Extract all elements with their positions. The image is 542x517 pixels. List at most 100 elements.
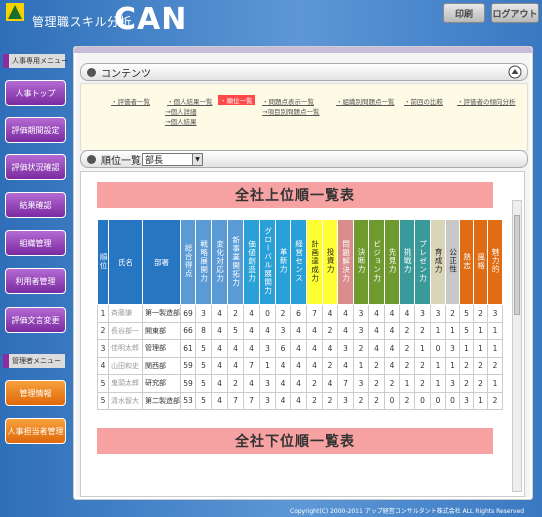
copyright-text: Copyright(C) 2000-2011 アップ経営コンサルタント株式会社 … [290, 508, 525, 515]
department-cell: 研究部 [142, 374, 181, 393]
link-evaluator-list[interactable]: ・評価者一覧 [111, 96, 150, 106]
table-cell: 4 [243, 304, 260, 323]
table-cell: 1 [473, 321, 488, 340]
table-cell: 3 [445, 339, 460, 358]
link-compare-previous[interactable]: ・前回の比較 [404, 96, 443, 106]
table-cell: 8 [195, 321, 212, 340]
table-cell: 2 [487, 356, 503, 375]
link-evaluator-tendency[interactable]: ・評価者の傾向分析 [457, 96, 516, 106]
table-cell: 5 [459, 321, 474, 340]
table-cell: 4 [243, 339, 260, 358]
col-header-skill: 戦略展開力 [195, 219, 212, 305]
table-cell: 4 [97, 356, 109, 375]
col-header-skill: 公正性 [445, 219, 460, 305]
sidebar-item-status-check[interactable]: 評価状況確認 [5, 154, 66, 180]
table-cell: 2 [473, 304, 488, 323]
table-cell: 5 [195, 356, 212, 375]
department-cell: 第二製造部 [142, 391, 181, 410]
table-cell: 4 [368, 321, 385, 340]
sidebar-item-period-settings[interactable]: 評価期間設定 [5, 117, 66, 143]
table-cell: 2 [414, 356, 431, 375]
table-cell: 4 [275, 374, 291, 393]
contents-panel: ・評価者一覧 ・個人結果一覧 →個人詳細 →個人結果 ・順位一覧 ・問題点表示一… [80, 83, 528, 151]
col-header-skill: ビジョン力 [368, 219, 385, 305]
col-header-skill: 投資力 [322, 219, 338, 305]
table-cell: 4 [306, 356, 323, 375]
sidebar-item-results[interactable]: 結果確認 [5, 192, 66, 218]
table-cell: 2 [322, 356, 338, 375]
table-cell: 3 [337, 391, 354, 410]
table-cell: 2 [306, 374, 323, 393]
table-cell: 2 [459, 374, 474, 393]
table-cell: 2 [227, 374, 244, 393]
table-cell: 3 [353, 374, 369, 393]
sidebar-item-admin-info[interactable]: 管理情報 [5, 380, 66, 406]
table-cell: 4 [290, 339, 307, 358]
link-problem-by-org[interactable]: ・組織別問題点一覧 [336, 96, 395, 106]
employee-name-cell: 長谷部一 [108, 321, 143, 340]
table-cell: 1 [430, 374, 446, 393]
sidebar-item-user-management[interactable]: 利用者管理 [5, 268, 66, 294]
employee-name-cell: 清水智大 [108, 391, 143, 410]
table-cell: 7 [243, 356, 260, 375]
table-cell: 4 [211, 304, 228, 323]
table-cell: 2 [487, 391, 503, 410]
position-select[interactable]: 部長 ▼ [142, 152, 203, 166]
table-cell: 3 [445, 374, 460, 393]
sidebar-item-hr-top[interactable]: 人事トップ [5, 80, 66, 106]
table-cell: 3 [259, 339, 276, 358]
vertical-scrollbar[interactable] [512, 200, 522, 492]
sidebar-item-evaluation-text[interactable]: 評価文言変更 [5, 307, 66, 333]
scrollbar-thumb[interactable] [514, 215, 520, 315]
table-cell: 3 [97, 339, 109, 358]
table-cell: 4 [384, 321, 400, 340]
table-cell: 5 [195, 339, 212, 358]
link-individual-result[interactable]: →個人結果 [165, 116, 196, 126]
bottom-ranking-banner: 全社下位順一覧表 [97, 428, 493, 454]
table-cell: 4 [384, 356, 400, 375]
table-cell: 4 [211, 356, 228, 375]
table-cell: 2 [322, 321, 338, 340]
table-body: 1 斉藤謙 第一製造部 69 3 4 2 4 0 2 6 7 4 4 3 4 4 4 3 3 2 5 2 3 2 長谷部一 開東部 6… [97, 304, 503, 410]
table-cell: 5 [195, 391, 212, 410]
table-cell: 2 [368, 391, 385, 410]
table-cell: 5 [227, 321, 244, 340]
table-cell: 0 [384, 391, 400, 410]
col-header-skill: 育成力 [430, 219, 446, 305]
link-problem-list[interactable]: ・問題点表示一覧 [262, 96, 314, 106]
top-accent-bar [74, 47, 532, 53]
table-cell: 2 [306, 391, 323, 410]
table-cell: 4 [275, 391, 291, 410]
table-cell: 6 [290, 304, 307, 323]
col-header-skill: 革新力 [275, 219, 291, 305]
table-cell: 3 [259, 374, 276, 393]
sidebar-item-org-management[interactable]: 組織管理 [5, 230, 66, 256]
link-problem-by-item[interactable]: →項目別問題点一覧 [262, 106, 319, 116]
table-cell: 3 [337, 339, 354, 358]
table-cell: 2 [227, 304, 244, 323]
employee-name-cell: 鬼頭太郎 [108, 374, 143, 393]
department-cell: 第一製造部 [142, 304, 181, 323]
table-cell: 7 [227, 391, 244, 410]
link-ranking-list-active[interactable]: ・順位一覧 [218, 95, 255, 105]
table-cell: 59 [180, 356, 196, 375]
employee-name-cell: 山田和史 [108, 356, 143, 375]
table-cell: 4 [227, 339, 244, 358]
table-cell: 7 [306, 304, 323, 323]
table-cell: 1 [459, 339, 474, 358]
print-button[interactable]: 印刷 [443, 3, 485, 23]
employee-name-cell: 佳明太郎 [108, 339, 143, 358]
sidebar-item-hr-staff[interactable]: 人事担当者管理 [5, 418, 66, 444]
table-cell: 2 [399, 321, 415, 340]
table-cell: 1 [473, 339, 488, 358]
table-row: 5 清水智大 第二製造部 53 5 4 7 7 3 4 4 2 2 3 2 2 0 2 0 0 0 3 1 2 [97, 391, 503, 410]
table-cell: 3 [275, 321, 291, 340]
collapse-icon[interactable] [508, 65, 522, 79]
link-individual-results[interactable]: ・個人結果一覧 [167, 96, 213, 106]
link-individual-detail[interactable]: →個人詳細 [165, 106, 196, 116]
table-cell: 1 [259, 356, 276, 375]
table-cell: 3 [487, 304, 503, 323]
col-header-skill: 決断力 [353, 219, 369, 305]
table-cell: 4 [384, 339, 400, 358]
logout-button[interactable]: ログアウト [491, 3, 539, 23]
